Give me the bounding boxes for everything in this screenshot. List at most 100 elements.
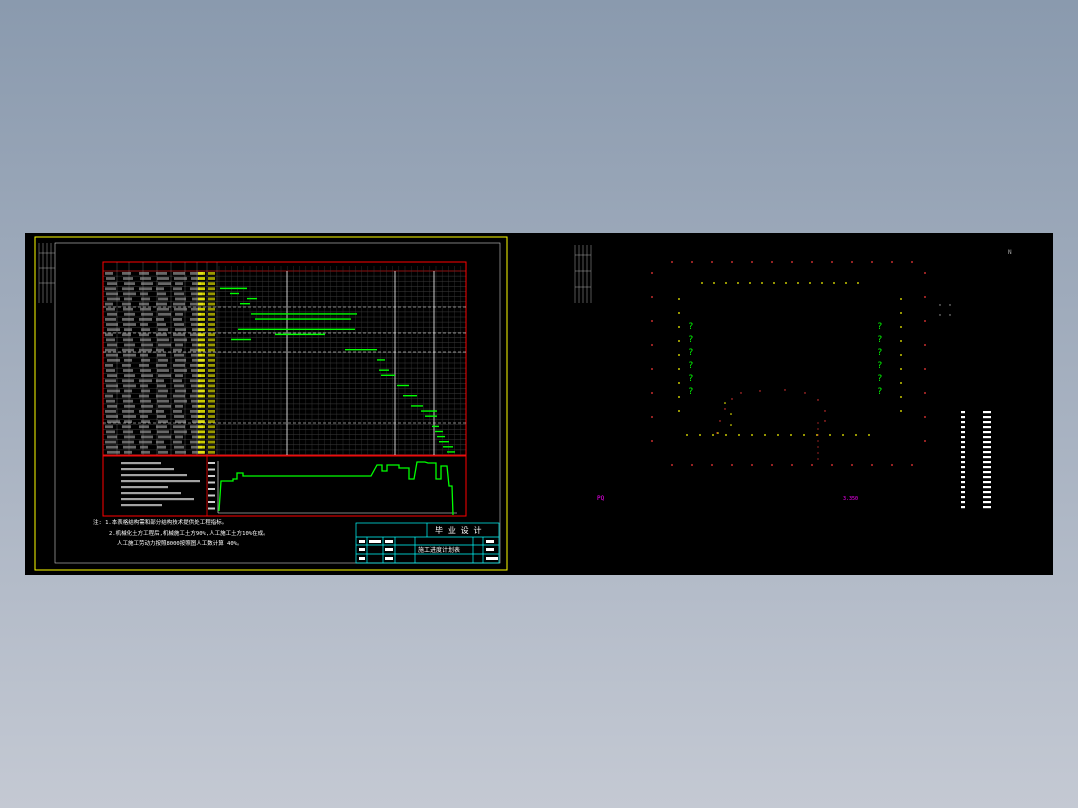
gantt-duration-cell [198,384,205,388]
gantt-cell-text [141,389,150,393]
gantt-cell-text [123,277,133,280]
gantt-cell-text [158,312,171,316]
site-plan-point [678,312,680,314]
labor-histogram-chart [208,461,457,516]
site-plan-point [900,396,902,398]
gantt-crew-cell [208,338,215,342]
gantt-crew-cell [208,399,215,403]
gantt-cell-text [105,318,116,321]
gantt-cell-text [105,333,113,337]
site-plan-point [740,392,742,394]
question-mark-12: ? [877,387,882,397]
question-mark-1: ? [688,322,693,332]
gantt-cell-text [106,384,118,388]
site-plan-point [791,464,793,466]
gantt-cell-text [123,323,136,326]
gantt-cell-text [123,445,136,449]
site-plan-point [924,440,926,442]
gantt-cell-text [139,425,149,429]
coordinate-value [983,466,991,469]
site-plan-point [751,464,753,466]
gantt-cell-text [124,389,132,393]
site-plan-point [699,434,701,436]
gantt-cell-text [105,272,113,275]
coordinate-index [961,476,965,479]
gantt-cell-text [157,353,166,357]
north-mark: N [1008,249,1012,256]
gantt-cell-text [106,445,118,449]
gantt-cell-text [139,287,152,291]
question-mark-6: ? [688,387,693,397]
gantt-cell-text [158,374,171,378]
gantt-cell-text [141,420,150,424]
gantt-cell-text [174,323,184,326]
coordinate-value [983,421,991,424]
gantt-cell-text [122,318,134,321]
coordinate-value [983,456,991,459]
gantt-cell-text [107,328,120,332]
gantt-grid [103,262,466,456]
gantt-crew-cell [208,353,215,357]
coordinate-index [961,451,965,454]
site-plan-point [868,434,870,436]
gantt-cell-text [173,364,185,367]
histogram-tick-label [208,475,215,477]
gantt-crew-cell [208,282,215,286]
cad-viewport[interactable]: 注: 1.本表格结构需和部分结构技术提供处工程指标。 2.机械化土方工程后,机械… [25,233,1053,575]
gantt-cell-text [139,379,152,383]
gantt-cell-text [156,379,164,383]
site-plan-point [725,434,727,436]
histogram-legend [121,462,200,507]
gantt-cell-text [139,410,152,413]
gantt-cell-text [123,399,133,403]
coordinate-value [983,426,991,429]
gantt-cell-text [191,430,199,434]
coordinate-index [961,426,965,429]
site-plan-point [817,440,819,442]
gantt-cell-text [106,415,118,418]
histogram-tick-label [208,488,215,490]
gantt-duration-cell [198,435,205,439]
coordinate-index [961,491,965,494]
site-plan-point [764,434,766,436]
gantt-cell-text [158,435,171,439]
gantt-cell-text [191,369,199,372]
gantt-cell-text [156,440,164,444]
gantt-cell-text [157,323,166,326]
site-plan-point [949,304,951,306]
coordinate-value [983,451,991,454]
site-plan-point [724,402,726,404]
gantt-cell-text [174,399,187,403]
site-plan-point [803,434,805,436]
gantt-cell-text [141,404,153,408]
gantt-crew-cell [208,450,215,454]
site-plan-point [791,261,793,263]
question-marks-left: ? ? ? ? ? ? [688,322,693,397]
coordinate-index [961,441,965,444]
gantt-crew-cell [208,302,215,306]
gantt-cell-text [191,307,199,311]
site-plan-point [842,434,844,436]
gantt-cell-text [105,440,116,444]
site-plan-point [900,298,902,300]
gantt-cell-text [123,292,136,296]
gantt-cell-text [157,307,169,311]
site-plan-point [817,446,819,448]
gantt-cell-text [141,297,150,301]
site-plan-point [900,340,902,342]
gantt-cell-text [158,420,168,424]
gantt-duration-cell [198,374,205,378]
coordinate-value [983,431,991,434]
histogram-ticks [208,462,215,510]
site-plan-point [749,282,751,284]
site-plan-point [911,464,913,466]
site-plan-point [900,410,902,412]
gantt-duration-cell [198,348,205,352]
legend-text-line [121,462,161,465]
site-plan-point [730,424,732,426]
coordinate-value [983,486,991,489]
gantt-cell-text [124,328,132,332]
histogram-tick-label [208,481,215,484]
gantt-cell-text [157,292,166,296]
gantt-cell-text [174,415,184,418]
